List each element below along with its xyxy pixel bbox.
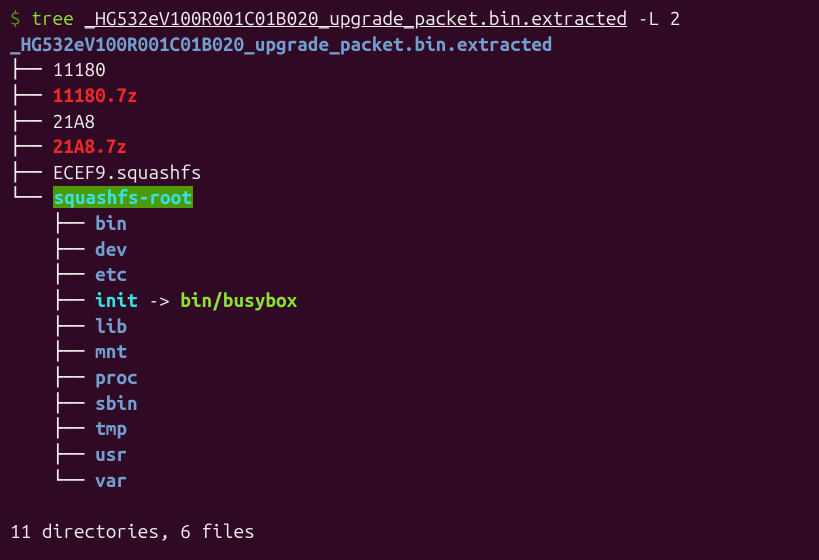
tree-row: ├── mnt <box>10 339 809 365</box>
command-argument: _HG532eV100R001C01B020_upgrade_packet.bi… <box>84 7 627 29</box>
tree-entry: 21A8.7z <box>53 135 127 157</box>
prompt-line[interactable]: $ tree _HG532eV100R001C01B020_upgrade_pa… <box>10 6 809 32</box>
tree-branch: ├── <box>10 84 53 106</box>
tree-row: ├── 21A8 <box>10 109 809 135</box>
command: tree <box>31 7 74 29</box>
tree-branch: ├── <box>10 417 95 439</box>
tree-entry: mnt <box>95 340 127 362</box>
tree-row: ├── proc <box>10 365 809 391</box>
symlink-target: bin/busybox <box>180 289 297 311</box>
tree-branch: ├── <box>10 366 95 388</box>
tree-output: ├── 11180├── 11180.7z├── 21A8├── 21A8.7z… <box>10 57 809 493</box>
tree-row: ├── usr <box>10 442 809 468</box>
tree-branch: └── <box>10 469 95 491</box>
tree-entry: squashfs-root <box>53 186 193 208</box>
tree-row: └── squashfs-root <box>10 185 809 211</box>
tree-branch: ├── <box>10 289 95 311</box>
tree-row: ├── etc <box>10 262 809 288</box>
tree-entry: 11180.7z <box>53 84 138 106</box>
tree-root: _HG532eV100R001C01B020_upgrade_packet.bi… <box>10 32 809 58</box>
tree-entry: bin <box>95 212 127 234</box>
tree-row: ├── dev <box>10 237 809 263</box>
tree-entry: tmp <box>95 417 127 439</box>
tree-branch: ├── <box>10 58 53 80</box>
tree-row: ├── 11180.7z <box>10 83 809 109</box>
blank-line <box>10 493 809 519</box>
tree-row: ├── bin <box>10 211 809 237</box>
root-dir-name: _HG532eV100R001C01B020_upgrade_packet.bi… <box>10 33 553 55</box>
tree-branch: ├── <box>10 212 95 234</box>
tree-row: ├── 21A8.7z <box>10 134 809 160</box>
tree-branch: ├── <box>10 315 95 337</box>
tree-branch: ├── <box>10 263 95 285</box>
tree-branch: ├── <box>10 161 53 183</box>
tree-branch: ├── <box>10 135 53 157</box>
tree-entry: lib <box>95 315 127 337</box>
tree-row: ├── tmp <box>10 416 809 442</box>
command-flag: -L 2 <box>638 7 681 29</box>
tree-row: ├── sbin <box>10 391 809 417</box>
summary-line: 11 directories, 6 files <box>10 519 809 545</box>
tree-entry: dev <box>95 238 127 260</box>
tree-entry: usr <box>95 443 127 465</box>
tree-branch: ├── <box>10 340 95 362</box>
tree-branch: ├── <box>10 110 53 132</box>
prompt-symbol: $ <box>10 7 21 29</box>
symlink-arrow: -> <box>138 289 181 311</box>
tree-row: ├── init -> bin/busybox <box>10 288 809 314</box>
tree-entry: proc <box>95 366 138 388</box>
tree-row: └── var <box>10 468 809 494</box>
tree-row: ├── ECEF9.squashfs <box>10 160 809 186</box>
tree-branch: ├── <box>10 443 95 465</box>
tree-entry: var <box>95 469 127 491</box>
tree-row: ├── lib <box>10 314 809 340</box>
tree-branch: ├── <box>10 392 95 414</box>
tree-branch: └── <box>10 186 53 208</box>
tree-row: ├── 11180 <box>10 57 809 83</box>
tree-entry: 11180 <box>53 58 106 80</box>
tree-branch: ├── <box>10 238 95 260</box>
tree-entry: 21A8 <box>53 110 96 132</box>
tree-entry: sbin <box>95 392 138 414</box>
tree-entry: init <box>95 289 138 311</box>
tree-entry: ECEF9.squashfs <box>53 161 202 183</box>
tree-entry: etc <box>95 263 127 285</box>
